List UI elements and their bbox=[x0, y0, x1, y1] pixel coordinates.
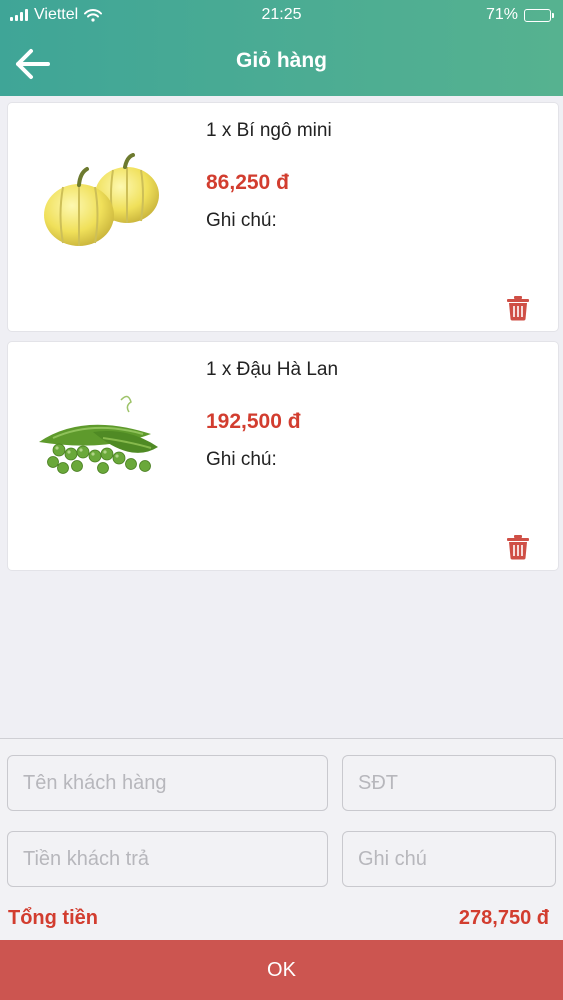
item-note-label: Ghi chú: bbox=[206, 210, 277, 231]
item-price: 86,250 đ bbox=[206, 171, 289, 194]
phone-input[interactable] bbox=[342, 755, 556, 811]
nav-bar: Giỏ hàng bbox=[0, 30, 563, 96]
total-label: Tổng tiền bbox=[8, 907, 98, 929]
item-note-label: Ghi chú: bbox=[206, 449, 277, 470]
status-time: 21:25 bbox=[261, 6, 302, 23]
ok-button[interactable]: OK bbox=[0, 940, 563, 1000]
checkout-form: Tổng tiền 278,750 đ bbox=[0, 738, 563, 940]
cart-item-card: 1 x Đậu Hà Lan 192,500 đ Ghi chú: bbox=[7, 341, 559, 571]
trash-icon[interactable] bbox=[506, 534, 530, 560]
mini-pumpkin-image bbox=[44, 153, 159, 246]
paid-amount-input[interactable] bbox=[7, 831, 328, 887]
top-bar: Viettel 21:25 71% Giỏ hàng bbox=[0, 0, 563, 96]
status-bar: Viettel 21:25 71% bbox=[0, 0, 563, 30]
page-title: Giỏ hàng bbox=[236, 49, 327, 72]
green-peas-image bbox=[39, 395, 158, 474]
status-right: 71% bbox=[485, 6, 554, 24]
item-name: 1 x Đậu Hà Lan bbox=[206, 359, 339, 380]
battery-icon bbox=[524, 8, 554, 22]
note-input[interactable] bbox=[342, 831, 556, 887]
total-value: 278,750 đ bbox=[458, 907, 549, 929]
item-name: 1 x Bí ngô mini bbox=[206, 120, 332, 141]
cart-item-card: 1 x Bí ngô mini 86,250 đ Ghi chú: bbox=[7, 102, 559, 332]
item-price: 192,500 đ bbox=[206, 410, 301, 433]
trash-icon[interactable] bbox=[506, 295, 530, 321]
battery-percent: 71% bbox=[485, 6, 518, 23]
customer-name-input[interactable] bbox=[7, 755, 328, 811]
